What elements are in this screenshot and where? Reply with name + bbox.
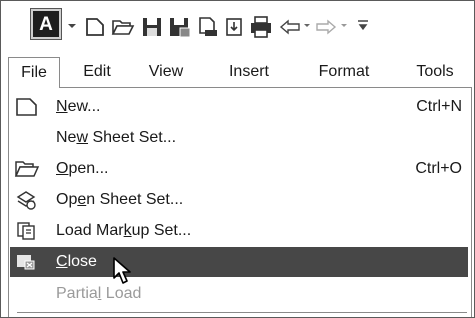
menu-item-label: Close — [56, 253, 97, 270]
menu-item-open-sheet-set[interactable]: Open Sheet Set... — [10, 185, 468, 215]
menu-item-close[interactable]: Close — [10, 247, 468, 277]
new-icon[interactable] — [85, 15, 105, 39]
save-icon[interactable] — [141, 15, 163, 39]
save-as-icon[interactable] — [168, 15, 192, 39]
menu-insert[interactable]: Insert — [219, 57, 279, 87]
menu-item-label: Open... — [56, 160, 109, 177]
menu-item-open[interactable]: Open... Ctrl+O — [10, 154, 468, 184]
chevron-down-icon[interactable] — [67, 21, 77, 31]
menu-item-label: New Sheet Set... — [56, 129, 177, 146]
markup-set-icon — [17, 222, 35, 240]
publish-icon[interactable] — [223, 15, 245, 39]
menu-tools[interactable]: Tools — [405, 57, 465, 87]
menu-file[interactable]: File — [8, 57, 60, 88]
menu-separator — [17, 312, 467, 313]
mouse-pointer-icon — [113, 257, 131, 284]
menu-view[interactable]: View — [141, 57, 191, 87]
open-sheet-set-icon — [16, 191, 36, 210]
menu-item-new[interactable]: New... Ctrl+N — [10, 92, 468, 122]
menu-item-load-markup-set[interactable]: Load Markup Set... — [10, 216, 468, 246]
menu-item-new-sheet-set[interactable]: New Sheet Set... — [10, 123, 468, 153]
file-menu-dropdown: New... Ctrl+N New Sheet Set... Open... C… — [8, 87, 472, 317]
close-drawing-icon — [17, 255, 35, 270]
new-document-icon — [16, 98, 37, 116]
menu-format[interactable]: Format — [307, 57, 381, 87]
menu-item-label: Load Markup Set... — [56, 222, 192, 239]
quick-access-toolbar: A — [1, 1, 474, 57]
customize-icon[interactable] — [357, 19, 369, 33]
open-icon[interactable] — [111, 15, 135, 39]
menu-edit[interactable]: Edit — [75, 57, 119, 87]
undo-icon[interactable] — [279, 15, 301, 39]
redo-dropdown-icon[interactable] — [339, 21, 349, 31]
plot-preview-icon[interactable] — [197, 15, 219, 39]
undo-dropdown-icon[interactable] — [302, 21, 312, 31]
print-icon[interactable] — [249, 15, 273, 39]
menu-item-label: Open Sheet Set... — [56, 191, 184, 208]
redo-icon[interactable] — [315, 15, 337, 39]
shortcut-label: Ctrl+N — [416, 98, 462, 115]
open-folder-icon — [14, 161, 40, 177]
menu-bar: File Edit View Insert Format Tools — [1, 57, 474, 88]
menu-item-label: New... — [56, 98, 101, 115]
autocad-window: A File Edit View Insert Format Tools New… — [0, 0, 475, 318]
shortcut-label: Ctrl+O — [415, 160, 462, 177]
application-menu-button[interactable]: A — [31, 9, 61, 39]
menu-item-partial-load: Partial Load — [10, 279, 468, 309]
